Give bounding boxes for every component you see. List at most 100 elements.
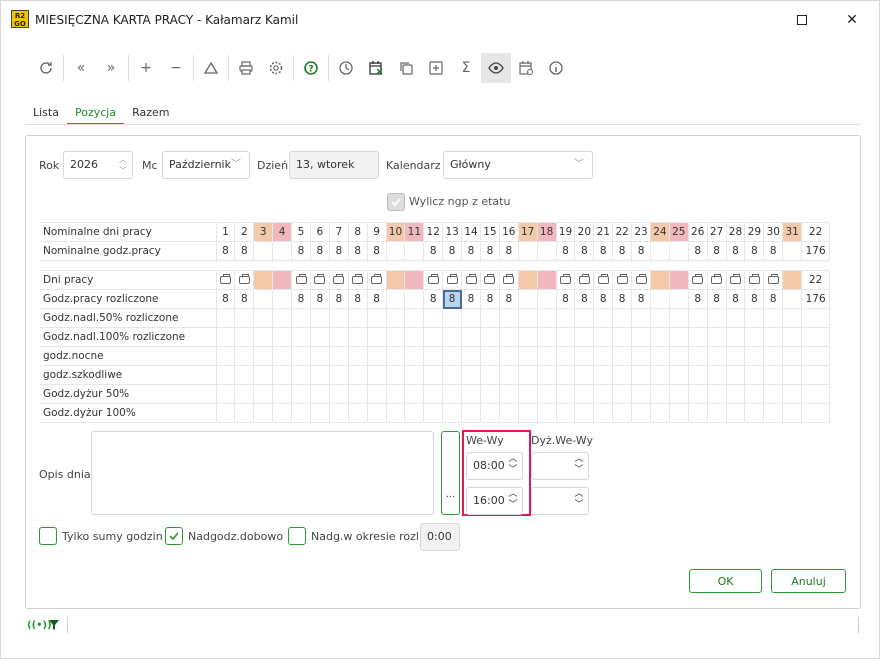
remove-button[interactable]: − — [161, 53, 191, 83]
work-empty-cell[interactable] — [461, 327, 481, 347]
work-hours-cell[interactable]: 8 — [687, 289, 708, 309]
work-empty-cell[interactable] — [479, 327, 500, 347]
overtime-daily-checkbox[interactable] — [165, 527, 183, 545]
work-empty-cell[interactable] — [763, 403, 784, 423]
work-day-cell[interactable] — [461, 270, 481, 290]
maximize-button[interactable] — [787, 9, 817, 31]
work-hours-cell[interactable] — [517, 289, 538, 309]
work-empty-cell[interactable] — [593, 308, 614, 328]
work-hours-cell[interactable] — [782, 289, 803, 309]
work-empty-cell[interactable] — [328, 327, 349, 347]
work-day-cell[interactable] — [763, 270, 784, 290]
work-empty-cell[interactable] — [291, 327, 311, 347]
work-empty-cell[interactable] — [328, 365, 349, 385]
work-empty-cell[interactable] — [366, 308, 387, 328]
work-empty-cell[interactable] — [687, 327, 708, 347]
work-hours-cell[interactable] — [536, 289, 557, 309]
work-empty-cell[interactable] — [517, 346, 538, 366]
work-empty-cell[interactable] — [385, 346, 406, 366]
work-empty-cell[interactable] — [612, 403, 633, 423]
work-day-cell[interactable] — [744, 270, 765, 290]
duty-in-spinner[interactable]: ︿ ﹀ — [573, 454, 585, 476]
work-day-cell[interactable] — [517, 270, 538, 290]
previous-button[interactable]: « — [66, 53, 96, 83]
work-empty-cell[interactable] — [309, 327, 330, 347]
work-empty-cell[interactable] — [328, 308, 349, 328]
work-empty-cell[interactable] — [593, 384, 614, 404]
settings-button[interactable] — [261, 53, 291, 83]
work-empty-cell[interactable] — [366, 327, 387, 347]
work-empty-cell[interactable] — [404, 403, 425, 423]
work-empty-cell[interactable] — [668, 365, 689, 385]
work-empty-cell[interactable] — [555, 384, 576, 404]
work-hours-cell[interactable] — [668, 289, 689, 309]
work-empty-cell[interactable] — [555, 327, 576, 347]
work-empty-cell[interactable] — [461, 365, 481, 385]
work-hours-cell[interactable]: 8 — [234, 289, 255, 309]
work-empty-cell[interactable] — [612, 327, 633, 347]
work-hours-cell[interactable]: 8 — [498, 289, 519, 309]
duty-out-field[interactable]: ︿ ﹀ — [531, 487, 589, 515]
work-empty-cell[interactable] — [423, 327, 444, 347]
work-day-cell[interactable] — [649, 270, 670, 290]
work-empty-cell[interactable] — [649, 327, 670, 347]
work-empty-cell[interactable] — [574, 346, 595, 366]
work-hours-cell[interactable]: 8 — [763, 289, 784, 309]
work-empty-cell[interactable] — [215, 346, 236, 366]
work-empty-cell[interactable] — [612, 308, 633, 328]
work-empty-cell[interactable] — [253, 346, 274, 366]
work-day-cell[interactable] — [593, 270, 614, 290]
work-empty-cell[interactable] — [555, 365, 576, 385]
tab-razem[interactable]: Razem — [124, 105, 177, 125]
work-empty-cell[interactable] — [366, 403, 387, 423]
work-empty-cell[interactable] — [706, 365, 727, 385]
work-empty-cell[interactable] — [404, 308, 425, 328]
work-empty-cell[interactable] — [309, 308, 330, 328]
work-day-cell[interactable] — [612, 270, 633, 290]
work-hours-cell[interactable] — [385, 289, 406, 309]
work-empty-cell[interactable] — [631, 384, 651, 404]
work-day-cell[interactable] — [574, 270, 595, 290]
work-empty-cell[interactable] — [574, 327, 595, 347]
work-empty-cell[interactable] — [366, 365, 387, 385]
work-empty-cell[interactable] — [479, 403, 500, 423]
work-empty-cell[interactable] — [404, 327, 425, 347]
work-day-cell[interactable] — [555, 270, 576, 290]
work-empty-cell[interactable] — [253, 365, 274, 385]
work-empty-cell[interactable] — [687, 403, 708, 423]
work-empty-cell[interactable] — [593, 346, 614, 366]
work-hours-cell[interactable]: 8 — [291, 289, 311, 309]
work-empty-cell[interactable] — [782, 327, 803, 347]
work-empty-cell[interactable] — [498, 308, 519, 328]
work-empty-cell[interactable] — [328, 384, 349, 404]
help-button[interactable]: ? — [296, 53, 326, 83]
work-day-cell[interactable] — [423, 270, 444, 290]
work-empty-cell[interactable] — [291, 308, 311, 328]
work-empty-cell[interactable] — [309, 384, 330, 404]
work-empty-cell[interactable] — [215, 403, 236, 423]
work-empty-cell[interactable] — [574, 384, 595, 404]
view-button[interactable] — [481, 53, 511, 83]
copy-button[interactable] — [391, 53, 421, 83]
work-empty-cell[interactable] — [347, 365, 368, 385]
ok-button[interactable]: OK — [689, 569, 762, 593]
work-empty-cell[interactable] — [763, 346, 784, 366]
work-empty-cell[interactable] — [631, 365, 651, 385]
work-empty-cell[interactable] — [687, 384, 708, 404]
work-empty-cell[interactable] — [309, 365, 330, 385]
work-empty-cell[interactable] — [215, 365, 236, 385]
work-empty-cell[interactable] — [593, 403, 614, 423]
work-empty-cell[interactable] — [744, 327, 765, 347]
work-hours-cell[interactable]: 8 — [555, 289, 576, 309]
work-empty-cell[interactable] — [668, 384, 689, 404]
work-day-cell[interactable] — [498, 270, 519, 290]
description-more-button[interactable]: ... — [441, 431, 460, 515]
delta-button[interactable] — [196, 53, 226, 83]
calc-ngp-checkbox[interactable] — [387, 193, 405, 211]
work-empty-cell[interactable] — [291, 365, 311, 385]
work-empty-cell[interactable] — [649, 384, 670, 404]
work-day-cell[interactable] — [725, 270, 746, 290]
work-empty-cell[interactable] — [574, 308, 595, 328]
work-hours-cell[interactable] — [404, 289, 425, 309]
work-empty-cell[interactable] — [253, 327, 274, 347]
